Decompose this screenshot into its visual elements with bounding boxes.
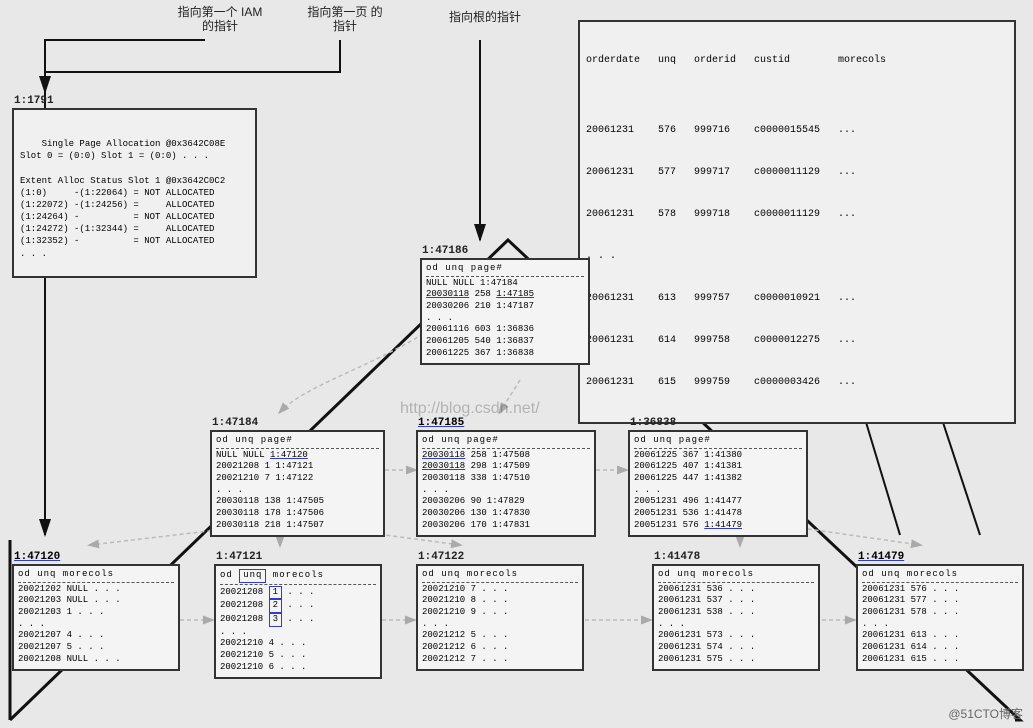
- lvl2-page-3: 1:36838 od unq page# 20061225 367 1:4138…: [628, 430, 808, 537]
- row-detail-box: orderdate unq orderid custid morecols 20…: [578, 20, 1016, 424]
- lvl2-page-2: 1:47185 od unq page# 20030118 258 1:4750…: [416, 430, 596, 537]
- lvl2-page-1: 1:47184 od unq page# NULL NULL 1:47120 2…: [210, 430, 385, 537]
- root-page-id: 1:47186: [422, 244, 468, 258]
- iam-page-id: 1:1791: [14, 94, 54, 109]
- iam-box: 1:1791 Single Page Allocation @0x3642C08…: [12, 108, 257, 278]
- leaf-page-3: 1:47122 od unq morecols 20021210 7 . . .…: [416, 564, 584, 671]
- diagram-canvas: 指向第一个 IAM的指针 指向第一页 的指针 指向根的指针 1:1791 Sin…: [0, 0, 1033, 728]
- watermark-text: http://blog.csdn.net/: [400, 400, 540, 418]
- iam-body: Single Page Allocation @0x3642C08E Slot …: [20, 139, 225, 258]
- label-iam-ptr: 指向第一个 IAM的指针: [175, 5, 265, 34]
- label-root-ptr: 指向根的指针: [445, 10, 525, 24]
- root-page: 1:47186 od unq page# NULL NULL 1:47184 2…: [420, 258, 590, 365]
- label-firstpage-ptr: 指向第一页 的指针: [305, 5, 385, 34]
- leaf-page-2: 1:47121 od unq morecols 20021208 1 . . .…: [214, 564, 382, 679]
- leaf-page-5: 1:41479 od unq morecols 20061231 576 . .…: [856, 564, 1024, 671]
- leaf-page-1: 1:47120 od unq morecols 20021202 NULL . …: [12, 564, 180, 671]
- leaf-page-4: 1:41478 od unq morecols 20061231 536 . .…: [652, 564, 820, 671]
- credit-text: @51CTO博客: [948, 705, 1023, 722]
